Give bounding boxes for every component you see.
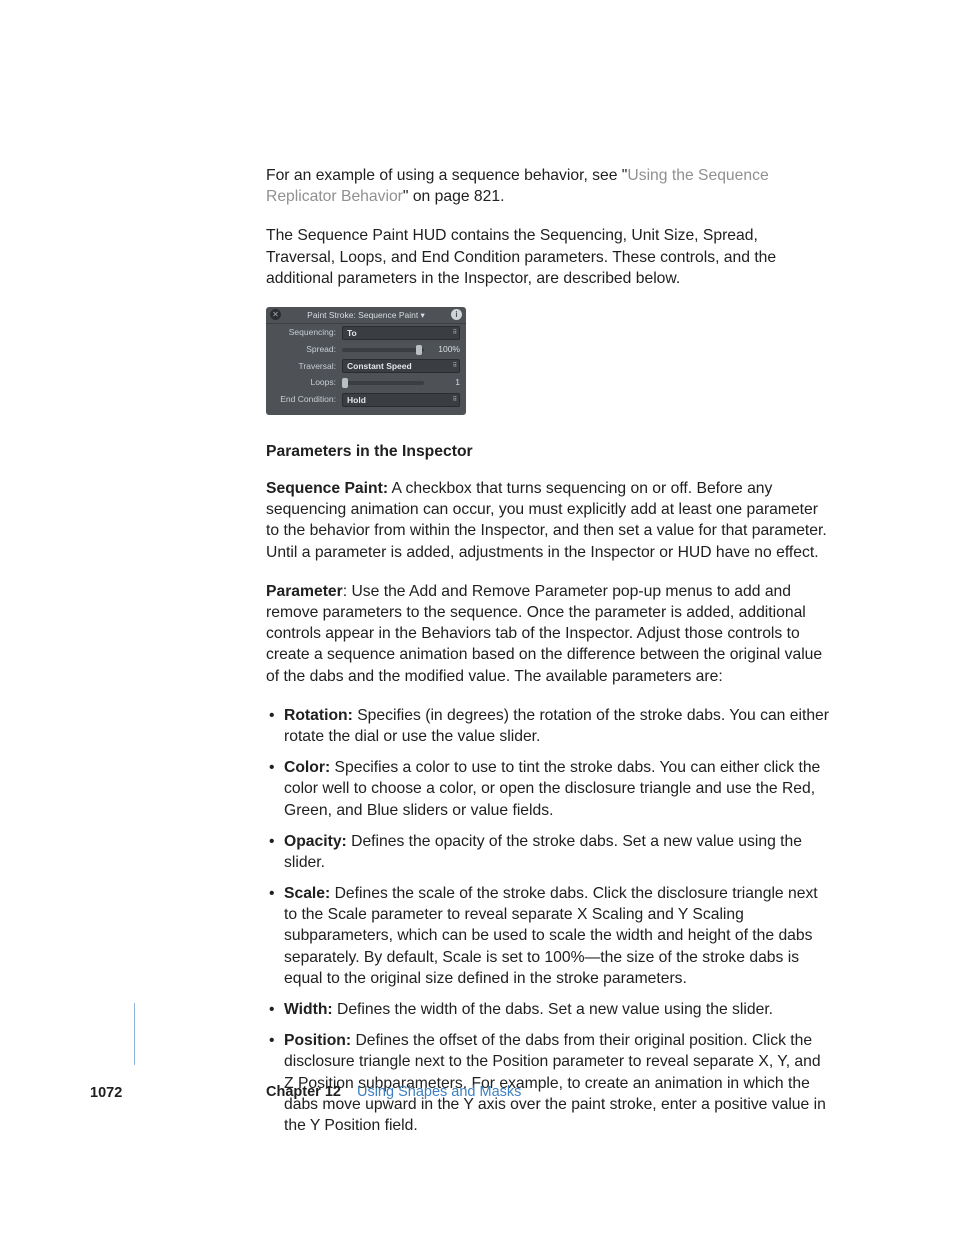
- text: Specifies (in degrees) the rotation of t…: [284, 707, 829, 745]
- text: Defines the scale of the stroke dabs. Cl…: [284, 885, 818, 987]
- bold-label: Parameter: [266, 583, 343, 600]
- chapter-info: Chapter 12 Using Shapes and Masks: [266, 1084, 521, 1100]
- text: Specifies a color to use to tint the str…: [284, 759, 820, 818]
- chapter-title[interactable]: Using Shapes and Masks: [345, 1084, 521, 1100]
- text: : Use the Add and Remove Parameter pop-u…: [266, 583, 822, 685]
- list-item: Opacity: Defines the opacity of the stro…: [266, 831, 831, 873]
- hud-row-end-condition: End Condition: Hold: [266, 391, 466, 409]
- hud-popup-sequencing[interactable]: To: [342, 326, 460, 340]
- chapter-number: Chapter 12: [266, 1084, 341, 1100]
- hud-row-loops: Loops: 1: [266, 375, 466, 390]
- parameter-list: Rotation: Specifies (in degrees) the rot…: [266, 705, 831, 1136]
- page-footer: 1072 Chapter 12 Using Shapes and Masks: [90, 1084, 830, 1128]
- intro-para-1: For an example of using a sequence behav…: [266, 165, 831, 207]
- footer-rule: [134, 1003, 135, 1065]
- bold-label: Opacity:: [284, 833, 347, 850]
- hud-spread-readout: 100%: [424, 344, 460, 355]
- hud-row-traversal: Traversal: Constant Speed: [266, 357, 466, 375]
- hud-slider-loops[interactable]: [342, 381, 424, 385]
- hud-label: Traversal:: [272, 361, 342, 372]
- bold-label: Width:: [284, 1001, 333, 1018]
- close-icon[interactable]: ✕: [270, 309, 281, 320]
- section-title: Parameters in the Inspector: [266, 441, 831, 462]
- hud-title-bar: ✕ Paint Stroke: Sequence Paint ▾ i: [266, 307, 466, 324]
- hud-row-spread: Spread: 100%: [266, 342, 466, 357]
- text: Defines the width of the dabs. Set a new…: [337, 1001, 773, 1018]
- bold-label: Position:: [284, 1032, 351, 1049]
- hud-panel: ✕ Paint Stroke: Sequence Paint ▾ i Seque…: [266, 307, 466, 415]
- bold-label: Color:: [284, 759, 330, 776]
- text: For an example of using a sequence behav…: [266, 167, 627, 184]
- hud-row-sequencing: Sequencing: To: [266, 324, 466, 342]
- text: " on page 821.: [403, 188, 505, 205]
- hud-label: Loops:: [272, 377, 342, 388]
- bold-label: Scale:: [284, 885, 330, 902]
- page-number: 1072: [90, 1085, 122, 1101]
- bold-label: Sequence Paint:: [266, 480, 388, 497]
- hud-popup-traversal[interactable]: Constant Speed: [342, 359, 460, 373]
- page-content: For an example of using a sequence behav…: [266, 165, 831, 1146]
- hud-label: Sequencing:: [272, 327, 342, 338]
- parameter-para: Parameter: Use the Add and Remove Parame…: [266, 581, 831, 687]
- bold-label: Rotation:: [284, 707, 353, 724]
- text: Defines the opacity of the stroke dabs. …: [284, 833, 802, 871]
- hud-label: Spread:: [272, 344, 342, 355]
- hud-label: End Condition:: [272, 394, 342, 405]
- list-item: Width: Defines the width of the dabs. Se…: [266, 999, 831, 1020]
- sequence-paint-para: Sequence Paint: A checkbox that turns se…: [266, 478, 831, 563]
- list-item: Color: Specifies a color to use to tint …: [266, 757, 831, 821]
- list-item: Scale: Defines the scale of the stroke d…: [266, 883, 831, 989]
- hud-loops-readout: 1: [424, 377, 460, 388]
- intro-para-2: The Sequence Paint HUD contains the Sequ…: [266, 225, 831, 289]
- hud-slider-spread[interactable]: [342, 348, 424, 352]
- list-item: Rotation: Specifies (in degrees) the rot…: [266, 705, 831, 747]
- info-icon[interactable]: i: [451, 309, 462, 320]
- hud-title-text: Paint Stroke: Sequence Paint ▾: [307, 310, 425, 320]
- hud-popup-end-condition[interactable]: Hold: [342, 393, 460, 407]
